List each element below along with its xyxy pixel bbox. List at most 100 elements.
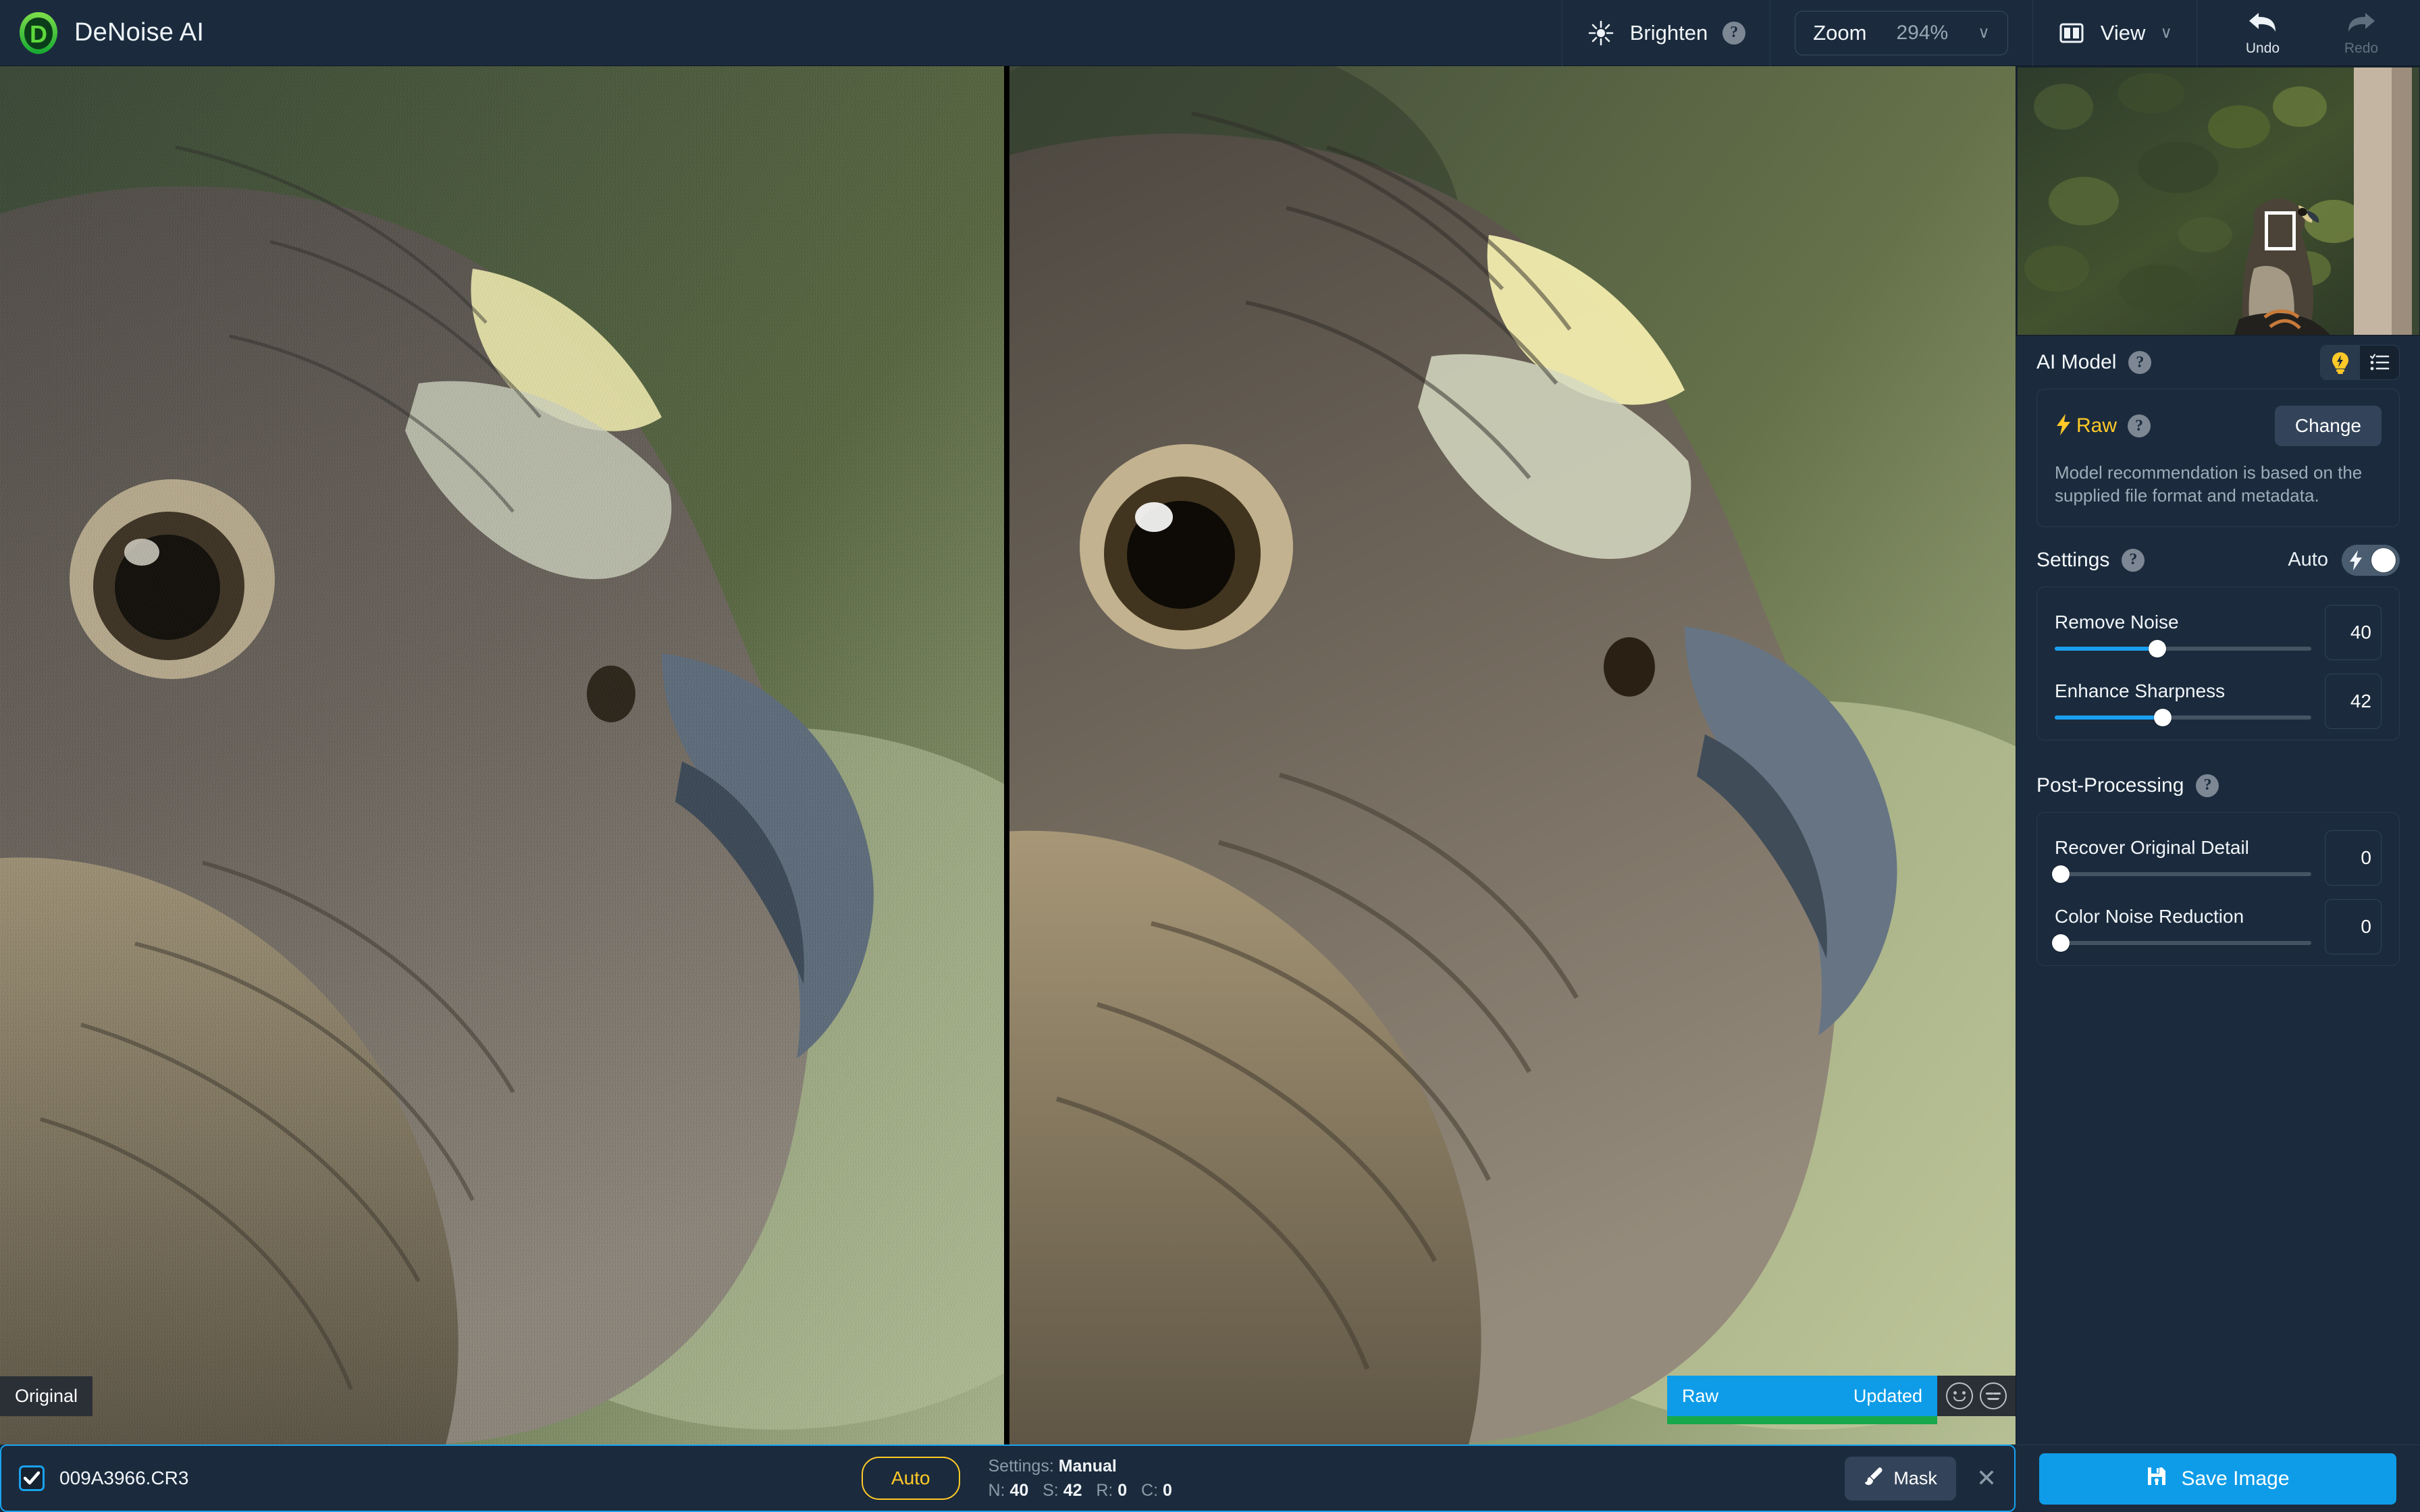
neutral-face-icon[interactable]: [1980, 1382, 2007, 1409]
change-model-button[interactable]: Change: [2274, 406, 2382, 446]
post-processing-help-icon[interactable]: ?: [2196, 774, 2219, 797]
file-checkbox[interactable]: [19, 1465, 45, 1491]
settings-mode: Manual: [1058, 1457, 1117, 1476]
toggle-knob: [2371, 547, 2396, 572]
value-c: 0: [1163, 1481, 1172, 1500]
view-chevron-down-icon[interactable]: ∨: [2160, 24, 2172, 41]
post-processing-title: Post-Processing: [2036, 774, 2184, 796]
value-s: 42: [1063, 1481, 1082, 1500]
brighten-control[interactable]: Brighten ?: [1561, 0, 1770, 66]
navigator-viewport-rect[interactable]: [2265, 211, 2296, 250]
recover-original-detail-value[interactable]: 0: [2325, 830, 2382, 886]
list-view-icon[interactable]: [2360, 346, 2399, 379]
enhance-sharpness-value[interactable]: 42: [2325, 673, 2382, 729]
ai-model-section: AI Model ? Raw ? Change Model recommenda…: [2016, 336, 2420, 527]
slider-knob[interactable]: [2149, 639, 2166, 657]
enhance-sharpness-slider[interactable]: [2055, 708, 2311, 726]
slider-fill: [2055, 715, 2163, 720]
value-key-r: R:: [1096, 1481, 1113, 1500]
compare-left-label: Raw: [1682, 1385, 1719, 1406]
mask-label: Mask: [1893, 1467, 1937, 1488]
history-controls: Undo Redo: [2197, 0, 2420, 66]
value-n: 40: [1009, 1481, 1029, 1500]
brighten-help-icon[interactable]: ?: [1722, 21, 1746, 45]
settings-prefix: Settings:: [988, 1457, 1059, 1476]
compare-right-label: Updated: [1853, 1385, 1922, 1406]
view-control[interactable]: View ∨: [2032, 0, 2197, 66]
remove-noise-value[interactable]: 40: [2325, 604, 2382, 660]
color-noise-reduction-label: Color Noise Reduction: [2055, 905, 2244, 927]
bottom-filmstrip-bar: 009A3966.CR3 Auto Settings: Manual N: 40…: [0, 1444, 2016, 1512]
preview-pane-processed[interactable]: Raw Updated: [1009, 66, 2016, 1444]
zoom-control-group: Zoom 294% ∨: [1770, 0, 2032, 66]
ai-model-help-icon[interactable]: ?: [2128, 351, 2152, 374]
zoom-value: 294%: [1896, 21, 1949, 44]
settings-header: Settings ? Auto: [2036, 534, 2400, 587]
ai-model-card: Raw ? Change Model recommendation is bas…: [2036, 389, 2400, 527]
zoom-dropdown[interactable]: Zoom 294% ∨: [1795, 10, 2008, 55]
redo-label: Redo: [2344, 40, 2379, 56]
slider-col: Color Noise Reduction: [2052, 905, 2311, 952]
ai-model-row: Raw ? Change: [2055, 406, 2382, 446]
slider-col: Remove Noise: [2055, 612, 2311, 657]
lightbulb-auto-icon[interactable]: [2321, 346, 2360, 379]
ai-model-title: AI Model: [2036, 351, 2117, 373]
post-processing-header: Post-Processing ?: [2036, 759, 2400, 812]
brush-icon: [1864, 1466, 1884, 1491]
auto-label: Auto: [2288, 549, 2328, 571]
app-brand: D DeNoise AI: [0, 11, 204, 55]
compare-progress: Raw Updated: [1667, 1376, 1937, 1424]
ai-model-description: Model recommendation is based on the sup…: [2055, 462, 2363, 506]
value-key-s: S:: [1043, 1481, 1059, 1500]
ai-model-name-help-icon[interactable]: ?: [2128, 414, 2151, 437]
original-label-tag: Original: [0, 1376, 93, 1416]
compare-divider[interactable]: [1004, 66, 1009, 1444]
navigator-thumbnail[interactable]: [2016, 66, 2420, 336]
color-noise-reduction-slider[interactable]: [2052, 934, 2311, 952]
top-toolbar: D DeNoise AI Brighten ? Zoom 294% ∨ View…: [0, 0, 2420, 66]
slider-row-remove-noise: Remove Noise 40: [2055, 604, 2382, 660]
image-compare-stage[interactable]: Original Raw Updated: [0, 66, 2016, 1444]
redo-arrow-icon: [2344, 9, 2379, 39]
slider-knob[interactable]: [2052, 865, 2070, 883]
slider-knob[interactable]: [2153, 708, 2172, 726]
smiley-face-icon[interactable]: [1946, 1382, 1973, 1409]
progress-bar-green: [1667, 1416, 1937, 1424]
lightning-bolt-icon: [2055, 413, 2072, 439]
auto-button[interactable]: Auto: [861, 1457, 960, 1500]
slider-fill: [2055, 646, 2157, 651]
slider-col: Enhance Sharpness: [2055, 680, 2311, 726]
brightness-icon: [1587, 19, 1615, 47]
enhance-sharpness-label: Enhance Sharpness: [2055, 680, 2226, 701]
topaz-d-logo-icon: D: [18, 11, 59, 55]
save-image-label: Save Image: [2181, 1467, 2290, 1490]
settings-values-line: N: 40 S: 42 R: 0 C: 0: [989, 1480, 1172, 1501]
color-noise-reduction-value[interactable]: 0: [2325, 898, 2382, 954]
settings-help-icon[interactable]: ?: [2122, 548, 2145, 572]
post-processing-sliders-card: Recover Original Detail 0 Color Noise Re…: [2036, 811, 2400, 966]
preview-pane-original[interactable]: Original: [0, 66, 1004, 1444]
brighten-label: Brighten: [1629, 20, 1708, 45]
svg-text:D: D: [30, 20, 47, 48]
settings-title: Settings: [2036, 548, 2110, 571]
split-view-icon: [2057, 19, 2086, 47]
settings-mode-line: Settings: Manual: [989, 1455, 1172, 1477]
feedback-buttons: [1937, 1376, 2016, 1416]
redo-button[interactable]: Redo: [2332, 9, 2390, 57]
remove-noise-slider[interactable]: [2055, 639, 2311, 657]
slider-row-enhance-sharpness: Enhance Sharpness 42: [2055, 673, 2382, 729]
slider-row-recover-detail: Recover Original Detail 0: [2052, 830, 2382, 886]
close-x-icon[interactable]: ✕: [1976, 1464, 1997, 1492]
app-title: DeNoise AI: [74, 18, 205, 47]
slider-knob[interactable]: [2052, 934, 2070, 952]
recover-original-detail-label: Recover Original Detail: [2055, 836, 2249, 858]
undo-button[interactable]: Undo: [2234, 9, 2292, 57]
auto-toggle-switch[interactable]: [2342, 544, 2400, 576]
value-key-n: N:: [988, 1481, 1005, 1500]
recover-original-detail-slider[interactable]: [2052, 865, 2311, 883]
save-image-button[interactable]: Save Image: [2039, 1453, 2396, 1505]
hawk-photo-processed: [1009, 66, 2016, 1444]
settings-summary: Settings: Manual N: 40 S: 42 R: 0 C: 0: [989, 1455, 1172, 1501]
mask-button[interactable]: Mask: [1845, 1456, 1956, 1501]
chevron-down-icon[interactable]: ∨: [1978, 24, 1990, 41]
